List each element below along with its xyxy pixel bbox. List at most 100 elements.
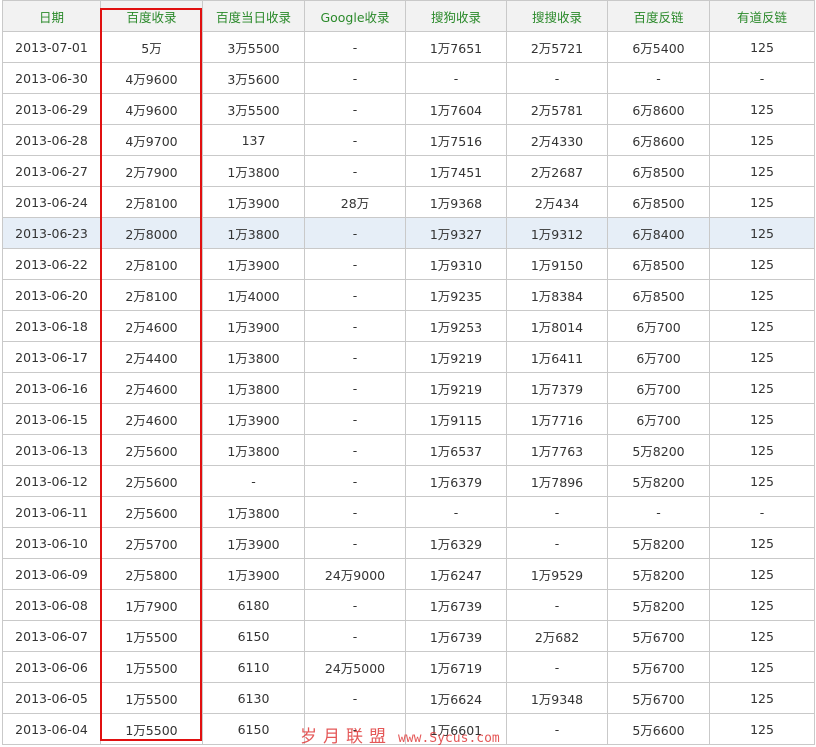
- table-header: 日期 百度收录 百度当日收录 Google收录 搜狗收录 搜搜收录 百度反链 有道反链: [2, 0, 815, 32]
- cell-baidu-index: 1万5500: [100, 682, 203, 714]
- cell-baidu-daily-index: 1万3800: [202, 341, 305, 373]
- cell-baidu-backlinks: 6万8500: [607, 186, 710, 218]
- cell-sogou-index: 1万9368: [405, 186, 507, 218]
- cell-soso-index: 2万5781: [506, 93, 608, 125]
- cell-baidu-index: 2万4600: [100, 403, 203, 435]
- cell-date: 2013-06-08: [2, 589, 101, 621]
- cell-baidu-index: 2万4600: [100, 310, 203, 342]
- cell-baidu-backlinks: 5万8200: [607, 558, 710, 590]
- cell-soso-index: 1万9529: [506, 558, 608, 590]
- cell-youdao-backlinks: 125: [709, 527, 815, 559]
- table-row: 2013-06-24 2万8100 1万3900 28万 1万9368 2万434 6万85…: [2, 186, 815, 218]
- cell-google-index: -: [304, 465, 406, 497]
- watermark-text: 岁月联盟: [300, 727, 392, 747]
- cell-sogou-index: 1万7651: [405, 31, 507, 63]
- cell-soso-index: 1万8384: [506, 279, 608, 311]
- cell-google-index: -: [304, 62, 406, 94]
- table-row: 2013-06-30 4万9600 3万5600- - - - -: [2, 62, 815, 94]
- column-header-google-index: Google收录: [304, 0, 406, 32]
- cell-soso-index: 2万682: [506, 620, 608, 652]
- cell-google-index: -: [304, 124, 406, 156]
- cell-sogou-index: 1万7451: [405, 155, 507, 187]
- cell-baidu-daily-index: 1万4000: [202, 279, 305, 311]
- cell-google-index: 24万9000: [304, 558, 406, 590]
- cell-youdao-backlinks: 125: [709, 589, 815, 621]
- cell-sogou-index: 1万9327: [405, 217, 507, 249]
- cell-soso-index: -: [506, 62, 608, 94]
- cell-youdao-backlinks: 125: [709, 186, 815, 218]
- cell-baidu-daily-index: 6150: [202, 620, 305, 652]
- cell-date: 2013-06-05: [2, 682, 101, 714]
- cell-youdao-backlinks: 125: [709, 434, 815, 466]
- cell-youdao-backlinks: -: [709, 62, 815, 94]
- cell-soso-index: 2万5721: [506, 31, 608, 63]
- cell-google-index: -: [304, 279, 406, 311]
- cell-baidu-backlinks: 5万8200: [607, 434, 710, 466]
- header-row: 日期 百度收录 百度当日收录 Google收录 搜狗收录 搜搜收录 百度反链 有道反链: [2, 0, 815, 32]
- cell-google-index: -: [304, 372, 406, 404]
- cell-baidu-backlinks: -: [607, 496, 710, 528]
- column-header-baidu-backlinks: 百度反链: [607, 0, 710, 32]
- cell-baidu-backlinks: 6万8500: [607, 279, 710, 311]
- cell-date: 2013-06-18: [2, 310, 101, 342]
- table-row: 2013-06-11 2万5600 1万3800- - - - -: [2, 496, 815, 528]
- cell-youdao-backlinks: 125: [709, 279, 815, 311]
- cell-date: 2013-06-12: [2, 465, 101, 497]
- cell-google-index: 24万5000: [304, 651, 406, 683]
- cell-youdao-backlinks: 125: [709, 155, 815, 187]
- cell-baidu-daily-index: 1万3800: [202, 217, 305, 249]
- cell-google-index: -: [304, 682, 406, 714]
- cell-baidu-index: 1万5500: [100, 651, 203, 683]
- table-row: 2013-06-18 2万4600 1万3900-1万9253 1万8014 6万700…: [2, 310, 815, 342]
- cell-baidu-daily-index: 1万3800: [202, 372, 305, 404]
- cell-youdao-backlinks: 125: [709, 465, 815, 497]
- cell-date: 2013-07-01: [2, 31, 101, 63]
- cell-baidu-backlinks: -: [607, 62, 710, 94]
- cell-baidu-index: 4万9600: [100, 62, 203, 94]
- cell-youdao-backlinks: 125: [709, 124, 815, 156]
- cell-google-index: -: [304, 217, 406, 249]
- cell-youdao-backlinks: 125: [709, 93, 815, 125]
- cell-baidu-daily-index: 1万3900: [202, 403, 305, 435]
- cell-google-index: -: [304, 527, 406, 559]
- cell-soso-index: 2万434: [506, 186, 608, 218]
- cell-date: 2013-06-20: [2, 279, 101, 311]
- cell-baidu-index: 2万8100: [100, 279, 203, 311]
- cell-date: 2013-06-22: [2, 248, 101, 280]
- cell-youdao-backlinks: 125: [709, 372, 815, 404]
- cell-sogou-index: 1万6739: [405, 620, 507, 652]
- cell-baidu-backlinks: 5万6700: [607, 620, 710, 652]
- cell-sogou-index: 1万7604: [405, 93, 507, 125]
- cell-date: 2013-06-10: [2, 527, 101, 559]
- cell-sogou-index: 1万6739: [405, 589, 507, 621]
- cell-baidu-backlinks: 6万8400: [607, 217, 710, 249]
- cell-date: 2013-06-07: [2, 620, 101, 652]
- cell-baidu-backlinks: 6万8500: [607, 155, 710, 187]
- column-header-youdao-backlinks: 有道反链: [709, 0, 815, 32]
- cell-baidu-daily-index: 3万5500: [202, 93, 305, 125]
- cell-sogou-index: 1万6247: [405, 558, 507, 590]
- table-row: 2013-06-10 2万5700 1万3900-1万6329-5万8200 125: [2, 527, 815, 559]
- cell-google-index: -: [304, 403, 406, 435]
- cell-date: 2013-06-11: [2, 496, 101, 528]
- cell-baidu-daily-index: 1万3800: [202, 155, 305, 187]
- table-row: 2013-06-08 1万7900 6180-1万6739-5万8200 125: [2, 589, 815, 621]
- cell-soso-index: -: [506, 527, 608, 559]
- cell-google-index: -: [304, 310, 406, 342]
- cell-sogou-index: 1万6719: [405, 651, 507, 683]
- cell-google-index: -: [304, 589, 406, 621]
- cell-soso-index: 1万7763: [506, 434, 608, 466]
- cell-baidu-daily-index: 6180: [202, 589, 305, 621]
- cell-sogou-index: 1万6329: [405, 527, 507, 559]
- cell-sogou-index: 1万9310: [405, 248, 507, 280]
- cell-baidu-daily-index: -: [202, 465, 305, 497]
- cell-sogou-index: 1万6624: [405, 682, 507, 714]
- cell-sogou-index: 1万6379: [405, 465, 507, 497]
- cell-baidu-daily-index: 6130: [202, 682, 305, 714]
- cell-date: 2013-06-09: [2, 558, 101, 590]
- cell-sogou-index: 1万6537: [405, 434, 507, 466]
- cell-google-index: 28万: [304, 186, 406, 218]
- cell-sogou-index: 1万9115: [405, 403, 507, 435]
- column-header-soso-index: 搜搜收录: [506, 0, 608, 32]
- cell-sogou-index: -: [405, 62, 507, 94]
